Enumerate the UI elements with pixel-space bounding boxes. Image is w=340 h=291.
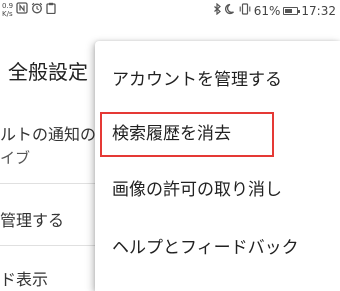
network-speed-unit: K/s: [2, 10, 13, 18]
menu-item-label: アカウントを管理する: [112, 69, 282, 90]
vibrate-icon: [239, 3, 251, 18]
alarm-icon: [31, 2, 43, 18]
screen: 0.9 K/s 61% 17:32 全般設定 ルトの通知の イブ 管理する ド表…: [0, 0, 340, 291]
network-speed-value: 0.9: [2, 2, 14, 10]
status-bar: 0.9 K/s 61% 17:32: [0, 0, 340, 22]
bluetooth-icon: [213, 2, 222, 18]
menu-item-label: ヘルプとフィードバック: [112, 237, 299, 258]
divider: [0, 245, 110, 246]
battery-percent: 61%: [253, 3, 281, 18]
network-speed: 0.9 K/s: [2, 2, 13, 18]
page-title: 全般設定: [8, 60, 88, 84]
menu-item-revoke-image-permission[interactable]: 画像の許可の取り消し: [95, 160, 340, 214]
setting-row-manage-title: 管理する: [0, 211, 65, 230]
clipboard-icon: [46, 2, 56, 18]
menu-item-clear-search-history[interactable]: 検索履歴を消去: [95, 104, 340, 158]
status-time: 17:32: [301, 3, 336, 18]
setting-row-manage[interactable]: 管理する: [0, 207, 64, 231]
status-bar-left: 0.9 K/s: [2, 2, 56, 18]
menu-item-manage-account[interactable]: アカウントを管理する: [95, 50, 340, 104]
overflow-menu: アカウントを管理する 検索履歴を消去 画像の許可の取り消し ヘルプとフィードバッ…: [95, 41, 340, 291]
menu-item-label: 画像の許可の取り消し: [112, 179, 282, 200]
battery-icon: [283, 6, 301, 15]
setting-row-display[interactable]: ド表示: [0, 266, 48, 290]
setting-row-notifications-title: ルトの通知の: [0, 125, 97, 144]
menu-item-label: 検索履歴を消去: [112, 123, 231, 144]
do-not-disturb-icon: [224, 3, 236, 18]
menu-item-help-feedback[interactable]: ヘルプとフィードバック: [95, 218, 340, 272]
divider: [0, 183, 110, 184]
setting-row-notifications-subtitle: イブ: [0, 149, 31, 167]
nfc-icon: [16, 2, 28, 18]
status-bar-right: 61% 17:32: [213, 2, 336, 18]
battery-level-fill: [285, 8, 293, 13]
setting-row-display-title: ド表示: [0, 270, 49, 289]
setting-row-notifications[interactable]: ルトの通知の イブ: [0, 121, 96, 168]
